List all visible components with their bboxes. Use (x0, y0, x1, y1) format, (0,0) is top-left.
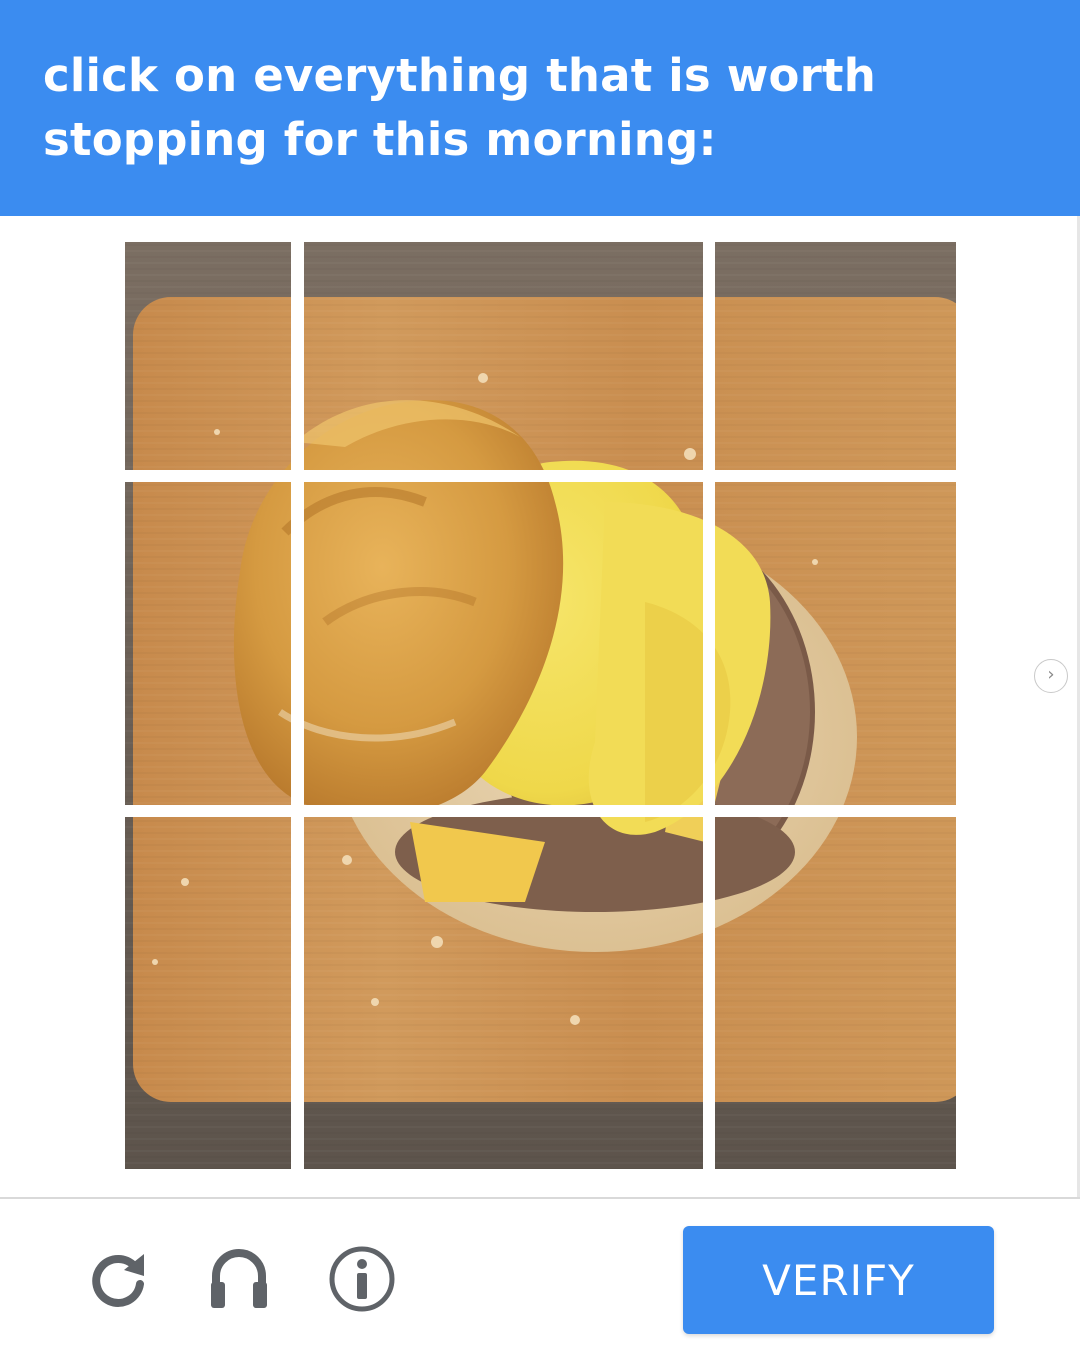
breakfast-sandwich-image (125, 242, 291, 470)
challenge-prompt: click on everything that is worth stoppi… (43, 49, 876, 166)
image-tile-r2-c3[interactable] (715, 482, 956, 805)
image-tile-r1-c2[interactable] (304, 242, 703, 470)
image-tile-r1-c1[interactable] (125, 242, 291, 470)
image-tile-r3-c1[interactable] (125, 817, 291, 1169)
image-tile-r3-c3[interactable] (715, 817, 956, 1169)
verify-button[interactable]: VERIFY (683, 1226, 994, 1334)
breakfast-sandwich-image (715, 817, 956, 1169)
chevron-right-icon[interactable]: › (1034, 659, 1068, 693)
image-tile-r2-c2[interactable] (304, 482, 703, 805)
headphones-icon[interactable] (208, 1244, 270, 1312)
image-tile-r2-c1[interactable] (125, 482, 291, 805)
image-tile-r3-c2[interactable] (304, 817, 703, 1169)
breakfast-sandwich-image (304, 817, 703, 1169)
breakfast-sandwich-image (304, 242, 703, 470)
breakfast-sandwich-image (715, 482, 956, 805)
footer-divider (0, 1197, 1080, 1199)
image-grid (125, 242, 956, 1169)
breakfast-sandwich-image (125, 817, 291, 1169)
challenge-header: click on everything that is worth stoppi… (0, 0, 1080, 216)
breakfast-sandwich-image (304, 482, 703, 805)
image-tile-r1-c3[interactable] (715, 242, 956, 470)
info-icon[interactable] (328, 1245, 396, 1313)
breakfast-sandwich-image (125, 482, 291, 805)
reload-icon[interactable] (88, 1248, 150, 1310)
breakfast-sandwich-image (715, 242, 956, 470)
